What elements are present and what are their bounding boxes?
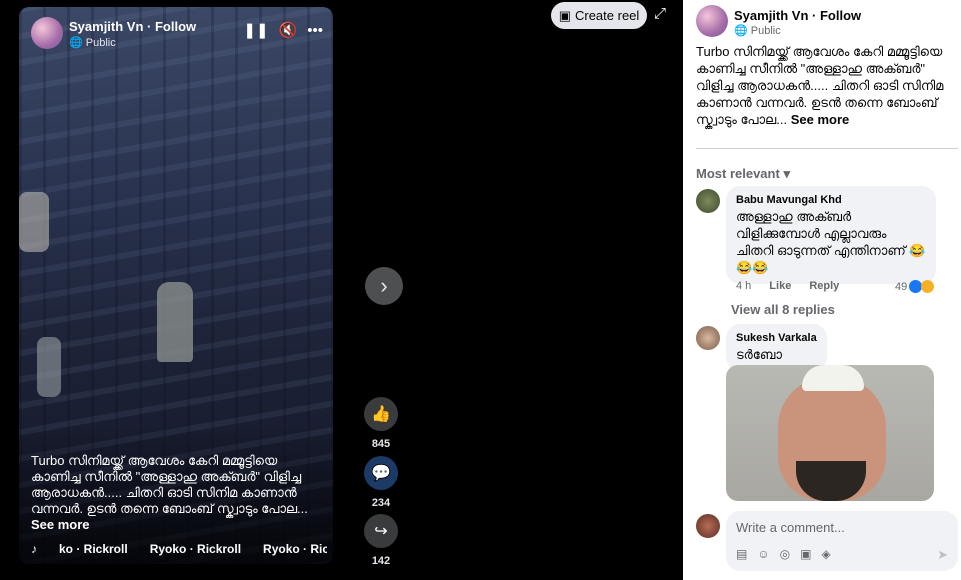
comment-reactions[interactable]: 49 bbox=[895, 280, 935, 293]
haha-reaction-icon bbox=[921, 280, 935, 293]
person-figure-3 bbox=[19, 192, 49, 252]
photo-cap bbox=[802, 365, 864, 391]
more-icon[interactable]: ••• bbox=[307, 22, 323, 39]
create-reel-button[interactable]: ▣ Create reel bbox=[551, 2, 647, 29]
author-name[interactable]: Syamjith Vn · Follow bbox=[734, 8, 861, 23]
video-caption: Turbo സിനിമയ്ക്ക് ആവേശം കേറി മമ്മൂട്ടിയെ… bbox=[31, 453, 321, 533]
share-count: 142 bbox=[371, 555, 391, 567]
comment-icon[interactable]: 💬 bbox=[364, 456, 398, 490]
reply-link[interactable]: Reply bbox=[809, 280, 839, 292]
reel-video[interactable]: Syamjith Vn · Follow 🌐 Public ❚❚ 🔇 ••• T… bbox=[19, 7, 333, 564]
video-header: Syamjith Vn · Follow 🌐 Public ❚❚ 🔇 ••• bbox=[31, 17, 323, 53]
privacy-text: Public bbox=[750, 25, 781, 37]
chevron-right-icon: › bbox=[380, 273, 388, 298]
camera-icon[interactable]: ◎ bbox=[780, 547, 790, 561]
person-figure bbox=[157, 282, 193, 362]
share-icon[interactable]: ↪ bbox=[364, 514, 398, 548]
commenter-name[interactable]: Sukesh Varkala bbox=[736, 332, 817, 344]
pause-icon[interactable]: ❚❚ bbox=[243, 21, 268, 39]
reaction-count: 49 bbox=[895, 280, 908, 293]
music-ticker[interactable]: ♪ ko · Rickroll Ryoko · Rickroll Ryoko ·… bbox=[31, 542, 327, 556]
music-item: Ryoko · Rickroll bbox=[149, 542, 242, 556]
emoji-icon[interactable]: ☺ bbox=[757, 547, 769, 561]
music-item: ko · Rickroll bbox=[59, 542, 128, 556]
music-item: Ryoko · Rickroll bbox=[263, 542, 327, 556]
like-count: 845 bbox=[371, 438, 391, 450]
reel-stage: Syamjith Vn · Follow 🌐 Public ❚❚ 🔇 ••• T… bbox=[0, 0, 683, 580]
comment-text: ടർബോ bbox=[736, 347, 782, 362]
my-avatar[interactable] bbox=[696, 514, 720, 538]
commenter-avatar[interactable] bbox=[696, 189, 720, 213]
next-reel-button[interactable]: › bbox=[365, 267, 403, 305]
volume-icon[interactable]: 🔇 bbox=[279, 21, 298, 39]
comment-input[interactable]: Write a comment... bbox=[736, 520, 845, 535]
comment-bubble: Sukesh Varkala ടർബോ bbox=[726, 324, 827, 371]
reel-icon: ▣ bbox=[558, 7, 571, 23]
view-replies-link[interactable]: View all 8 replies bbox=[731, 302, 835, 317]
commenter-name[interactable]: Babu Mavungal Khd bbox=[736, 194, 926, 206]
comment-text: അള്ളാഹു അക്ബർ വിളിക്കുമ്പോൾ എല്ലാവരും ചി… bbox=[736, 209, 926, 275]
gif-icon[interactable]: ▣ bbox=[800, 547, 811, 561]
comment-count: 234 bbox=[371, 497, 391, 509]
comment-bubble: Babu Mavungal Khd അള്ളാഹു അക്ബർ വിളിക്കു… bbox=[726, 186, 936, 284]
privacy-label: 🌐 Public bbox=[734, 25, 781, 37]
thumbs-up-icon[interactable]: 👍 bbox=[364, 397, 398, 431]
caption-text: Turbo സിനിമയ്ക്ക് ആവേശം കേറി മമ്മൂട്ടിയെ… bbox=[31, 453, 308, 516]
create-reel-label: Create reel bbox=[574, 8, 640, 23]
author-name[interactable]: Syamjith Vn · Follow bbox=[69, 19, 196, 34]
comment-time[interactable]: 4 h bbox=[736, 280, 751, 292]
composer-icons: ▤ ☺ ◎ ▣ ◈ bbox=[736, 547, 831, 561]
comment-meta: 4 h Like Reply bbox=[736, 280, 839, 292]
send-icon[interactable]: ➤ bbox=[937, 547, 948, 563]
post-text: Turbo സിനിമയ്ക്ക് ആവേശം കേറി മമ്മൂട്ടിയെ… bbox=[696, 43, 954, 128]
see-more-link[interactable]: See more bbox=[31, 517, 90, 532]
like-link[interactable]: Like bbox=[769, 280, 791, 292]
video-controls: ❚❚ 🔇 ••• bbox=[243, 21, 323, 40]
commenter-avatar[interactable] bbox=[696, 326, 720, 350]
divider bbox=[696, 148, 958, 149]
privacy-label: 🌐 Public bbox=[69, 37, 116, 49]
author-avatar[interactable] bbox=[31, 17, 63, 49]
chevron-down-icon: ▾ bbox=[783, 166, 790, 181]
privacy-text: Public bbox=[85, 37, 116, 49]
sort-dropdown[interactable]: Most relevant ▾ bbox=[696, 166, 790, 182]
comment-action[interactable]: 💬 234 bbox=[364, 456, 398, 509]
music-note-icon: ♪ bbox=[31, 542, 37, 556]
sort-label: Most relevant bbox=[696, 166, 780, 181]
sticker-icon[interactable]: ▤ bbox=[736, 547, 747, 561]
share-action[interactable]: ↪ 142 bbox=[364, 514, 398, 567]
person-figure-2 bbox=[37, 337, 61, 397]
avatar-sticker-icon[interactable]: ◈ bbox=[821, 547, 830, 561]
expand-icon[interactable]: ⤢ bbox=[654, 5, 666, 22]
comment-composer[interactable]: Write a comment... ▤ ☺ ◎ ▣ ◈ ➤ bbox=[726, 511, 958, 571]
like-action[interactable]: 👍 845 bbox=[364, 397, 398, 450]
see-more-link[interactable]: See more bbox=[791, 112, 850, 127]
comments-panel: Syamjith Vn · Follow 🌐 Public Turbo സിനി… bbox=[683, 0, 961, 580]
author-avatar[interactable] bbox=[696, 5, 728, 37]
comment-photo[interactable] bbox=[726, 365, 934, 501]
